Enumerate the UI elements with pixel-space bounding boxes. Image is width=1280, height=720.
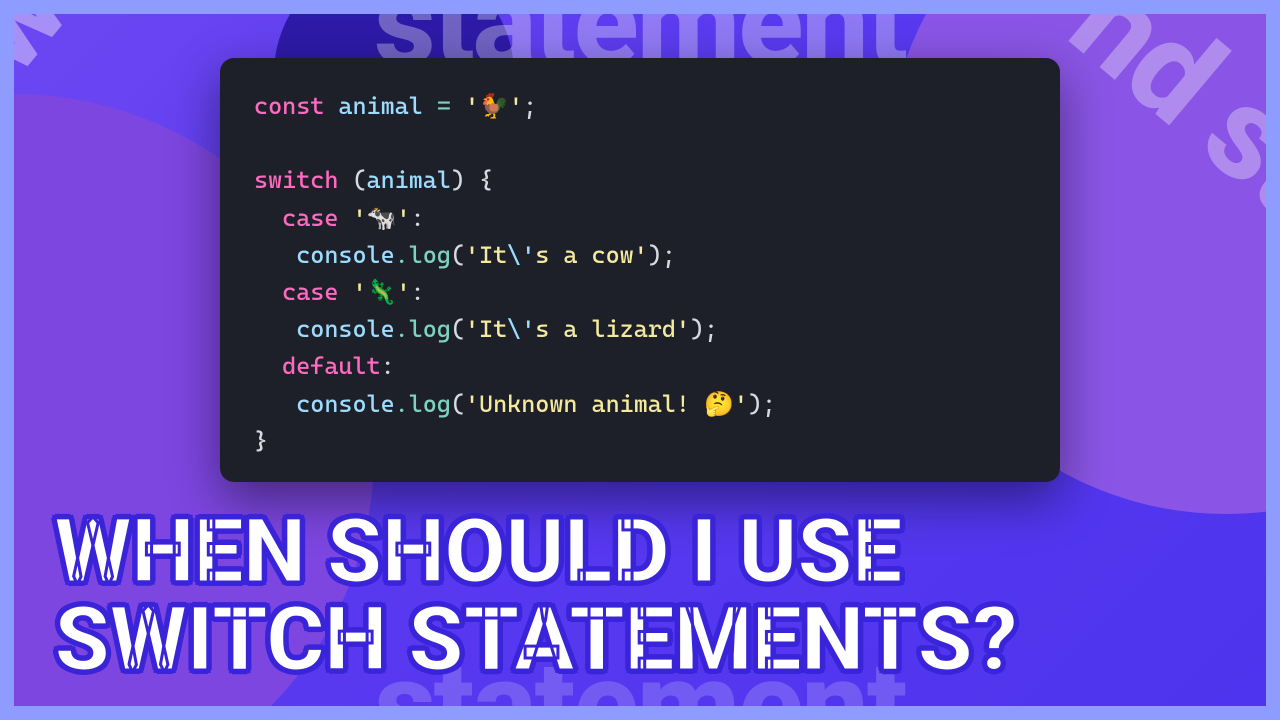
obj-console: console: [296, 390, 394, 418]
str-lizard-emoji: '🦎': [352, 278, 410, 306]
code-card: const animal = '🐓'; switch (animal) { ca…: [220, 58, 1060, 482]
obj-console: console: [296, 315, 394, 343]
punc-lparen: (: [451, 315, 465, 343]
punc-semi: ;: [762, 390, 776, 418]
punc-lparen: (: [352, 166, 366, 194]
punc-colon: :: [410, 204, 424, 232]
punc-rparen: ): [648, 241, 662, 269]
str-cow-pre: 'It: [465, 241, 507, 269]
kw-switch: switch: [254, 166, 338, 194]
punc-lparen: (: [451, 390, 465, 418]
punc-rbrace: }: [254, 427, 268, 455]
kw-default: default: [282, 352, 380, 380]
code-block: const animal = '🐓'; switch (animal) { ca…: [254, 88, 1026, 460]
thumbnail-frame: statement switch nd st statement const a…: [14, 14, 1266, 706]
str-chicken: '🐓': [465, 92, 523, 120]
str-esc: \': [507, 315, 535, 343]
fn-log: log: [409, 390, 451, 418]
str-cow-emoji: '🐄': [352, 204, 410, 232]
op-eq: =: [437, 92, 451, 120]
id-animal: animal: [338, 92, 422, 120]
kw-const: const: [254, 92, 324, 120]
str-esc: \': [507, 241, 535, 269]
punc-colon: :: [381, 352, 395, 380]
punc-dot: .: [395, 390, 409, 418]
fn-log: log: [409, 241, 451, 269]
id-animal: animal: [367, 166, 451, 194]
headline-line2: SWITCH STATEMENTS?: [54, 587, 1017, 692]
punc-colon: :: [410, 278, 424, 306]
punc-dot: .: [395, 241, 409, 269]
str-unknown: 'Unknown animal! 🤔': [465, 390, 748, 418]
punc-semi: ;: [662, 241, 676, 269]
fn-log: log: [409, 315, 451, 343]
punc-semi: ;: [523, 92, 537, 120]
punc-rparen: ): [690, 315, 704, 343]
punc-rparen: ): [748, 390, 762, 418]
obj-console: console: [296, 241, 394, 269]
punc-dot: .: [395, 315, 409, 343]
str-lizard-pre: 'It: [465, 315, 507, 343]
punc-lbrace: {: [479, 166, 493, 194]
kw-case: case: [282, 204, 338, 232]
punc-rparen: ): [451, 166, 465, 194]
str-lizard-post: s a lizard': [535, 315, 690, 343]
punc-lparen: (: [451, 241, 465, 269]
headline: WHEN SHOULD I USE SWITCH STATEMENTS?: [54, 508, 1226, 684]
str-cow-post: s a cow': [535, 241, 648, 269]
punc-semi: ;: [704, 315, 718, 343]
kw-case: case: [282, 278, 338, 306]
